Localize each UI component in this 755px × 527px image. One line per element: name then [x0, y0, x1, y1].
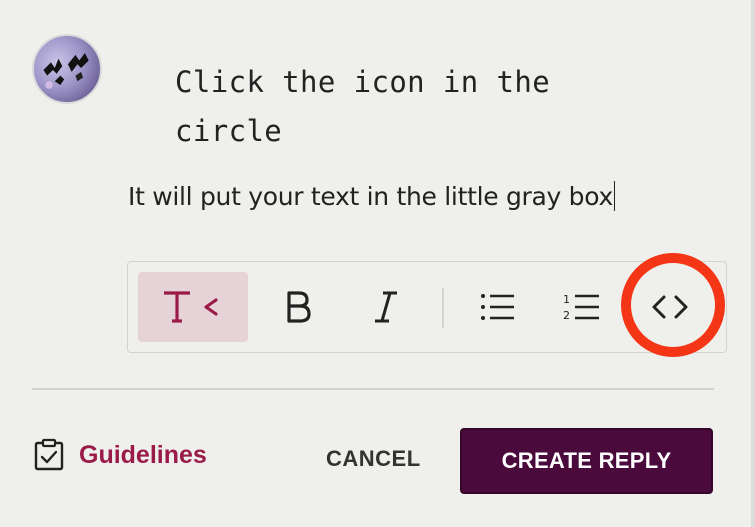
toolbar-divider — [442, 288, 444, 328]
numbered-list-button[interactable]: 1 2 — [552, 272, 612, 342]
code-formatted-text[interactable]: Click the icon in the circle — [175, 58, 645, 156]
avatar[interactable] — [32, 34, 102, 104]
reply-text[interactable]: It will put your text in the little gray… — [128, 181, 616, 211]
italic-button[interactable] — [356, 272, 416, 342]
divider-line — [32, 388, 714, 390]
annotation-circle — [621, 253, 725, 357]
reply-text-content: It will put your text in the little gray… — [128, 182, 613, 211]
text-style-button[interactable] — [138, 272, 248, 342]
bold-button[interactable] — [268, 272, 328, 342]
cancel-button[interactable]: CANCEL — [326, 446, 421, 472]
bullet-list-button[interactable] — [468, 272, 528, 342]
svg-text:2: 2 — [563, 309, 570, 322]
bullet-list-icon — [481, 294, 514, 320]
avatar-image — [43, 52, 89, 89]
create-reply-button[interactable]: CREATE REPLY — [460, 428, 713, 494]
guidelines-label: Guidelines — [79, 440, 207, 469]
italic-icon — [375, 291, 397, 323]
bold-icon — [287, 291, 311, 323]
text-style-icon — [164, 291, 218, 323]
svg-text:1: 1 — [563, 293, 570, 306]
panel-edge — [751, 0, 755, 527]
guidelines-link[interactable]: Guidelines — [33, 438, 207, 472]
text-caret — [613, 181, 616, 211]
numbered-list-icon: 1 2 — [563, 293, 599, 322]
clipboard-check-icon — [34, 438, 64, 471]
